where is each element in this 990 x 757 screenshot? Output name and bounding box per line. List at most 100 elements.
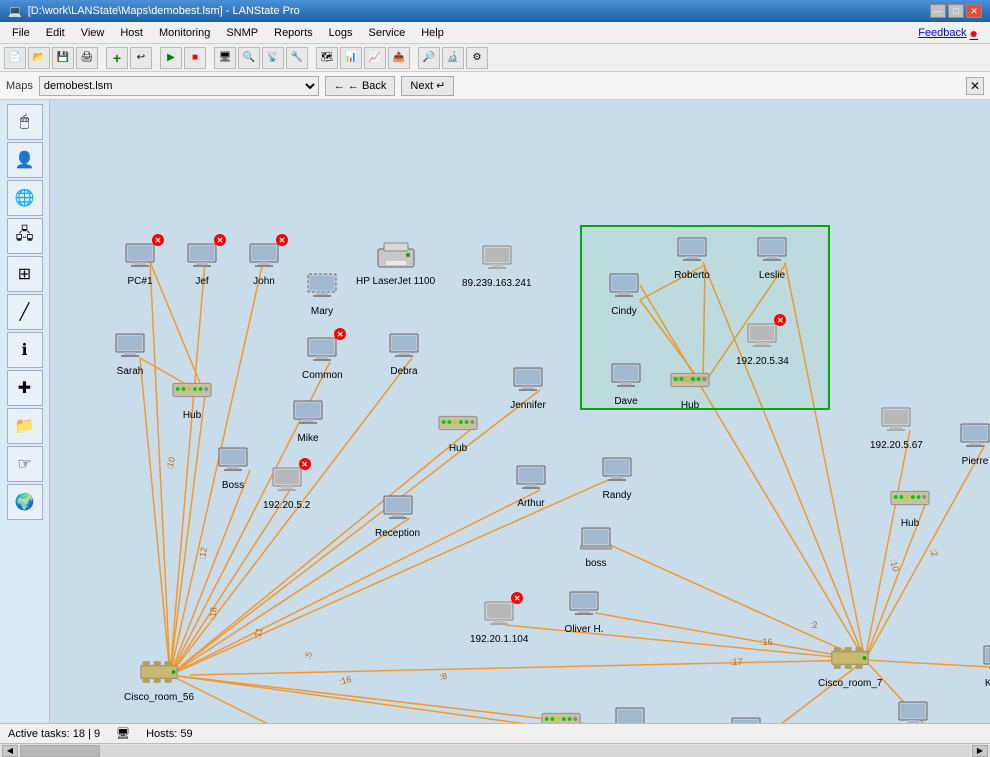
menu-logs[interactable]: Logs — [321, 25, 361, 41]
scroll-left[interactable]: ◀ — [2, 745, 18, 757]
next-button[interactable]: Next ↵ — [401, 76, 454, 96]
titlebar-controls: — □ ✕ — [930, 4, 982, 18]
node-ip-89[interactable]: 89.239.163.241 — [462, 240, 532, 289]
scroll-track[interactable] — [20, 745, 970, 757]
node-label: PC#1 — [127, 276, 152, 287]
sb-server[interactable]: 🖧 — [7, 218, 43, 254]
tb-scan[interactable]: 🔍 — [238, 47, 260, 69]
node-cindy[interactable]: Cindy — [604, 268, 644, 317]
node-mary[interactable]: Mary — [302, 268, 342, 317]
scroll-thumb[interactable] — [20, 745, 100, 757]
tb-add[interactable]: + — [106, 47, 128, 69]
node-jennifer[interactable]: Jennifer — [508, 362, 548, 411]
node-label: 192.20.1.104 — [470, 634, 528, 645]
menubar: File Edit View Host Monitoring SNMP Repo… — [0, 22, 990, 44]
tb-new[interactable]: 📄 — [4, 47, 26, 69]
tb-tools1[interactable]: 🔧 — [286, 47, 308, 69]
sb-pointer[interactable]: 🖱 — [7, 104, 43, 140]
tb-settings[interactable]: ⚙ — [466, 47, 488, 69]
node-ip-192-20-1-104[interactable]: ✕ 192.20.1.104 — [470, 596, 528, 645]
menu-monitoring[interactable]: Monitoring — [151, 25, 218, 41]
node-mike[interactable]: Mike — [288, 395, 328, 444]
node-hub2[interactable]: Hub — [438, 405, 478, 454]
node-label: Debra — [390, 366, 417, 377]
node-boss[interactable]: Boss — [213, 442, 253, 491]
node-pc1[interactable]: ✕ PC#1 — [120, 238, 160, 287]
sb-plus[interactable]: ✚ — [7, 370, 43, 406]
horizontal-scrollbar[interactable]: ◀ ▶ — [0, 743, 990, 757]
menu-reports[interactable]: Reports — [266, 25, 321, 41]
node-reception[interactable]: Reception — [375, 490, 420, 539]
node-hub5[interactable]: Hub — [541, 702, 581, 723]
node-label: Common — [302, 370, 343, 381]
menu-view[interactable]: View — [73, 25, 113, 41]
node-jacques[interactable]: Jacques — [726, 712, 766, 723]
node-kathe[interactable]: Kathe — [978, 640, 990, 689]
node-arthur[interactable]: Arthur — [511, 460, 551, 509]
tb-export[interactable]: 📤 — [388, 47, 410, 69]
node-chris[interactable]: Chris — [893, 696, 933, 723]
tb-map[interactable]: 🗺 — [316, 47, 338, 69]
node-leslie[interactable]: Leslie — [752, 232, 792, 281]
node-ip-192-20-5-67[interactable]: 192.20.5.67 — [870, 402, 923, 451]
node-dave[interactable]: Dave — [606, 358, 646, 407]
close-maps-button[interactable]: ✕ — [966, 77, 984, 95]
feedback-link[interactable]: Feedback ● — [918, 25, 986, 41]
node-pierre[interactable]: Pierre — [955, 418, 990, 467]
node-hp-printer[interactable]: HP LaserJet 1100 — [356, 238, 435, 287]
tb-ping[interactable]: 📡 — [262, 47, 284, 69]
sb-line[interactable]: ╱ — [7, 294, 43, 330]
tb-open[interactable]: 📂 — [28, 47, 50, 69]
node-debra[interactable]: Debra — [384, 328, 424, 377]
minimize-button[interactable]: — — [930, 4, 946, 18]
sb-layers[interactable]: ⊞ — [7, 256, 43, 292]
node-jef[interactable]: ✕ Jef — [182, 238, 222, 287]
close-button[interactable]: ✕ — [966, 4, 982, 18]
back-button[interactable]: ← ← Back — [325, 76, 396, 96]
maps-select[interactable]: demobest.lsm — [39, 76, 319, 96]
tb-chart[interactable]: 📈 — [364, 47, 386, 69]
node-hub3[interactable]: Hub — [670, 362, 710, 411]
node-oliverh[interactable]: Oliver H. — [564, 586, 604, 635]
svg-text::17: :17 — [730, 657, 743, 667]
node-common[interactable]: ✕ Common — [302, 332, 343, 381]
sb-info[interactable]: ℹ — [7, 332, 43, 368]
tb-stop[interactable]: ■ — [184, 47, 206, 69]
node-ip-192-20-5-34[interactable]: ✕ 192.20.5.34 — [736, 318, 789, 367]
scroll-right[interactable]: ▶ — [972, 745, 988, 757]
menu-file[interactable]: File — [4, 25, 38, 41]
menu-service[interactable]: Service — [361, 25, 414, 41]
menu-snmp[interactable]: SNMP — [218, 25, 266, 41]
sb-network[interactable]: 🌐 — [7, 180, 43, 216]
tb-play[interactable]: ▶ — [160, 47, 182, 69]
sb-person[interactable]: 👤 — [7, 142, 43, 178]
node-ip-192-20-5-2[interactable]: ✕ 192.20.5.2 — [263, 462, 310, 511]
node-hub1[interactable]: Hub — [172, 372, 212, 421]
sb-hand[interactable]: ☞ — [7, 446, 43, 482]
svg-text::11: :11 — [252, 627, 264, 641]
tb-search[interactable]: 🔎 — [418, 47, 440, 69]
node-boss-laptop[interactable]: boss — [576, 520, 616, 569]
node-sarah[interactable]: Sarah — [110, 328, 150, 377]
tb-search2[interactable]: 🔬 — [442, 47, 464, 69]
tb-table[interactable]: 📊 — [340, 47, 362, 69]
menu-help[interactable]: Help — [413, 25, 452, 41]
sb-globe[interactable]: 🌍 — [7, 484, 43, 520]
node-randy[interactable]: Randy — [597, 452, 637, 501]
menu-edit[interactable]: Edit — [38, 25, 73, 41]
node-bill[interactable]: Bill — [610, 702, 650, 723]
tb-save[interactable]: 💾 — [52, 47, 74, 69]
tb-undo[interactable]: ↩ — [130, 47, 152, 69]
node-cisco56[interactable]: Cisco_room_56 — [124, 654, 194, 703]
menu-host[interactable]: Host — [112, 25, 151, 41]
tb-print[interactable]: 🖨 — [76, 47, 98, 69]
tb-hosts[interactable]: 🖥 — [214, 47, 236, 69]
sb-folder[interactable]: 📁 — [7, 408, 43, 444]
node-john[interactable]: ✕ John — [244, 238, 284, 287]
map-canvas[interactable]: :10 :12 :18 :11 :5 :16 :8 :17 :16 :2 :10… — [50, 100, 990, 723]
node-roberto[interactable]: Roberto — [672, 232, 712, 281]
maximize-button[interactable]: □ — [948, 4, 964, 18]
node-label: Randy — [603, 490, 632, 501]
node-cisco7[interactable]: Cisco_room_7 — [818, 640, 882, 689]
node-hub4[interactable]: Hub — [890, 480, 930, 529]
